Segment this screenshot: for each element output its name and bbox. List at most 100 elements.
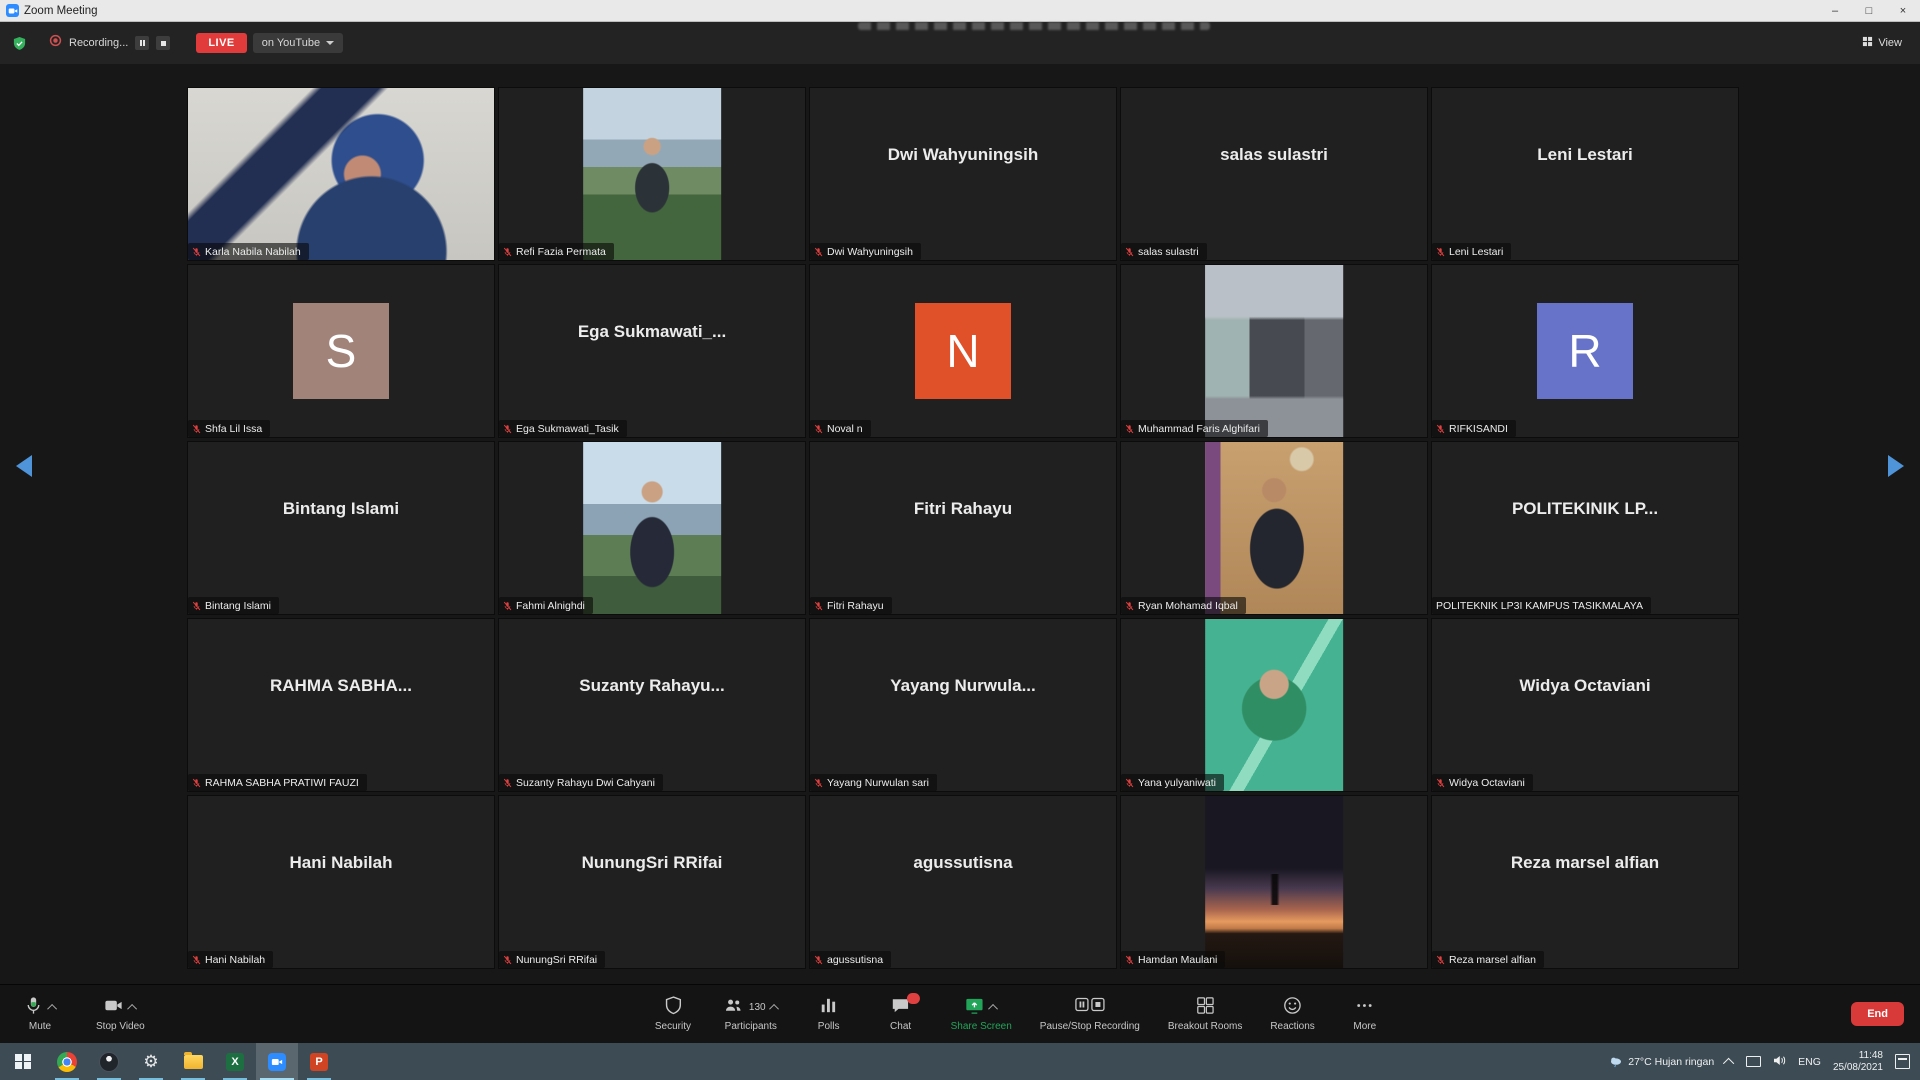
muted-mic-icon — [814, 601, 823, 611]
view-button[interactable]: View — [1856, 33, 1908, 53]
tray-expand-icon[interactable] — [1723, 1057, 1734, 1068]
chevron-down-icon — [326, 41, 334, 45]
chevron-up-icon[interactable] — [769, 1004, 779, 1014]
participant-name-label: salas sulastri — [1121, 243, 1207, 260]
taskbar-clock[interactable]: 11:48 25/08/2021 — [1833, 1050, 1883, 1074]
chevron-up-icon[interactable] — [128, 1004, 138, 1014]
participant-tile[interactable]: Dwi WahyuningsihDwi Wahyuningsih — [810, 88, 1116, 260]
breakout-rooms-button[interactable]: Breakout Rooms — [1168, 997, 1242, 1032]
obs-taskbar-icon[interactable] — [88, 1043, 130, 1080]
security-label: Security — [655, 1021, 691, 1032]
participant-name-text: RAHMA SABHA PRATIWI FAUZI — [205, 777, 359, 789]
participant-avatar: R — [1537, 303, 1633, 399]
security-button[interactable]: Security — [651, 997, 695, 1032]
toolbar-left-group: Mute Stop Video — [18, 997, 145, 1032]
blurred-banner-text — [858, 22, 1210, 30]
participant-tile[interactable]: Widya OctavianiWidya Octaviani — [1432, 619, 1738, 791]
previous-page-arrow[interactable] — [16, 455, 32, 477]
mute-button[interactable]: Mute — [18, 997, 62, 1032]
participant-tile[interactable]: salas sulastrisalas sulastri — [1121, 88, 1427, 260]
participant-name-text: POLITEKNIK LP3I KAMPUS TASIKMALAYA — [1436, 600, 1643, 612]
participant-tile[interactable]: Hani NabilahHani Nabilah — [188, 796, 494, 968]
chat-button[interactable]: Chat — [879, 997, 923, 1032]
share-screen-button[interactable]: Share Screen — [951, 997, 1012, 1032]
reactions-button[interactable]: Reactions — [1270, 997, 1314, 1032]
chrome-taskbar-icon[interactable] — [46, 1043, 88, 1080]
participant-video — [583, 442, 721, 614]
participant-tile[interactable]: Muhammad Faris Alghifari — [1121, 265, 1427, 437]
stop-video-button[interactable]: Stop Video — [96, 997, 145, 1032]
participant-name-label: Ega Sukmawati_Tasik — [499, 420, 627, 437]
participant-video — [1205, 619, 1343, 791]
window-titlebar: Zoom Meeting – □ × — [0, 0, 1920, 22]
participant-tile[interactable]: Hamdan Maulani — [1121, 796, 1427, 968]
participant-tile[interactable]: NunungSri RRifaiNunungSri RRifai — [499, 796, 805, 968]
participants-icon — [723, 995, 744, 1021]
participant-name-label: Muhammad Faris Alghifari — [1121, 420, 1268, 437]
language-indicator[interactable]: ENG — [1798, 1056, 1821, 1068]
pause-stop-recording-button[interactable]: Pause/Stop Recording — [1040, 997, 1140, 1032]
chevron-up-icon[interactable] — [988, 1004, 998, 1014]
action-center-icon[interactable] — [1895, 1054, 1910, 1069]
stream-destination-button[interactable]: on YouTube — [253, 33, 343, 53]
stop-recording-icon[interactable] — [156, 36, 170, 50]
participant-tile[interactable]: POLITEKINIK LP...POLITEKNIK LP3I KAMPUS … — [1432, 442, 1738, 614]
minimize-button[interactable]: – — [1818, 0, 1852, 21]
participant-tile[interactable]: Yana yulyaniwati — [1121, 619, 1427, 791]
participant-tile[interactable]: Reza marsel alfianReza marsel alfian — [1432, 796, 1738, 968]
reactions-label: Reactions — [1270, 1021, 1314, 1032]
polls-label: Polls — [818, 1021, 840, 1032]
participant-display-name: Suzanty Rahayu... — [503, 676, 801, 696]
end-meeting-button[interactable]: End — [1851, 1002, 1904, 1026]
participant-name-text: Yayang Nurwulan sari — [827, 777, 929, 789]
participant-tile[interactable]: agussutisnaagussutisna — [810, 796, 1116, 968]
muted-mic-icon — [1436, 247, 1445, 257]
participant-tile[interactable]: Suzanty Rahayu...Suzanty Rahayu Dwi Cahy… — [499, 619, 805, 791]
participant-display-name: Yayang Nurwula... — [814, 676, 1112, 696]
participant-tile[interactable]: RAHMA SABHA...RAHMA SABHA PRATIWI FAUZI — [188, 619, 494, 791]
start-button[interactable] — [0, 1043, 46, 1080]
participant-tile[interactable]: NNoval n — [810, 265, 1116, 437]
maximize-button[interactable]: □ — [1852, 0, 1886, 21]
muted-mic-icon — [503, 955, 512, 965]
mute-icon — [23, 995, 44, 1021]
participant-tile[interactable]: RRIFKISANDI — [1432, 265, 1738, 437]
participant-name-label: Yana yulyaniwati — [1121, 774, 1224, 791]
participant-tile[interactable]: Refi Fazia Permata — [499, 88, 805, 260]
muted-mic-icon — [1436, 778, 1445, 788]
participants-button[interactable]: 130Participants — [723, 997, 779, 1032]
pause-recording-icon[interactable] — [135, 36, 149, 50]
muted-mic-icon — [1125, 247, 1134, 257]
settings-taskbar-icon[interactable]: ⚙ — [130, 1043, 172, 1080]
live-badge[interactable]: LIVE — [196, 33, 246, 53]
windows-logo-icon — [15, 1054, 31, 1070]
participant-tile[interactable]: SShfa Lil Issa — [188, 265, 494, 437]
encryption-shield-icon[interactable] — [12, 36, 27, 51]
polls-button[interactable]: Polls — [807, 997, 851, 1032]
speaker-tray-icon[interactable] — [1773, 1055, 1786, 1069]
weather-widget[interactable]: 27°C Hujan ringan — [1609, 1056, 1714, 1068]
more-button[interactable]: More — [1343, 997, 1387, 1032]
participant-tile[interactable]: Leni LestariLeni Lestari — [1432, 88, 1738, 260]
participant-tile[interactable]: Karla Nabila Nabilah — [188, 88, 494, 260]
participant-tile[interactable]: Yayang Nurwula... Yayang Nurwulan sari — [810, 619, 1116, 791]
gallery-view: Karla Nabila NabilahRefi Fazia PermataDw… — [0, 64, 1920, 985]
chevron-up-icon[interactable] — [47, 1004, 57, 1014]
participant-name-label: NunungSri RRifai — [499, 951, 605, 968]
participant-tile[interactable]: Fitri RahayuFitri Rahayu — [810, 442, 1116, 614]
close-button[interactable]: × — [1886, 0, 1920, 21]
muted-mic-icon — [192, 247, 201, 257]
excel-taskbar-icon[interactable]: X — [214, 1043, 256, 1080]
next-page-arrow[interactable] — [1888, 455, 1904, 477]
participant-name-text: Widya Octaviani — [1449, 777, 1525, 789]
display-tray-icon[interactable] — [1746, 1056, 1761, 1067]
participant-tile[interactable]: Fahmi Alnighdi — [499, 442, 805, 614]
participant-tile[interactable]: Ega Sukmawati_...Ega Sukmawati_Tasik — [499, 265, 805, 437]
pause-stop-recording-icon — [1075, 997, 1105, 1019]
powerpoint-taskbar-icon[interactable]: P — [298, 1043, 340, 1080]
participant-tile[interactable]: Bintang IslamiBintang Islami — [188, 442, 494, 614]
explorer-taskbar-icon[interactable] — [172, 1043, 214, 1080]
stop-video-label: Stop Video — [96, 1021, 145, 1032]
zoom-taskbar-icon[interactable] — [256, 1043, 298, 1080]
participant-tile[interactable]: Ryan Mohamad Iqbal — [1121, 442, 1427, 614]
